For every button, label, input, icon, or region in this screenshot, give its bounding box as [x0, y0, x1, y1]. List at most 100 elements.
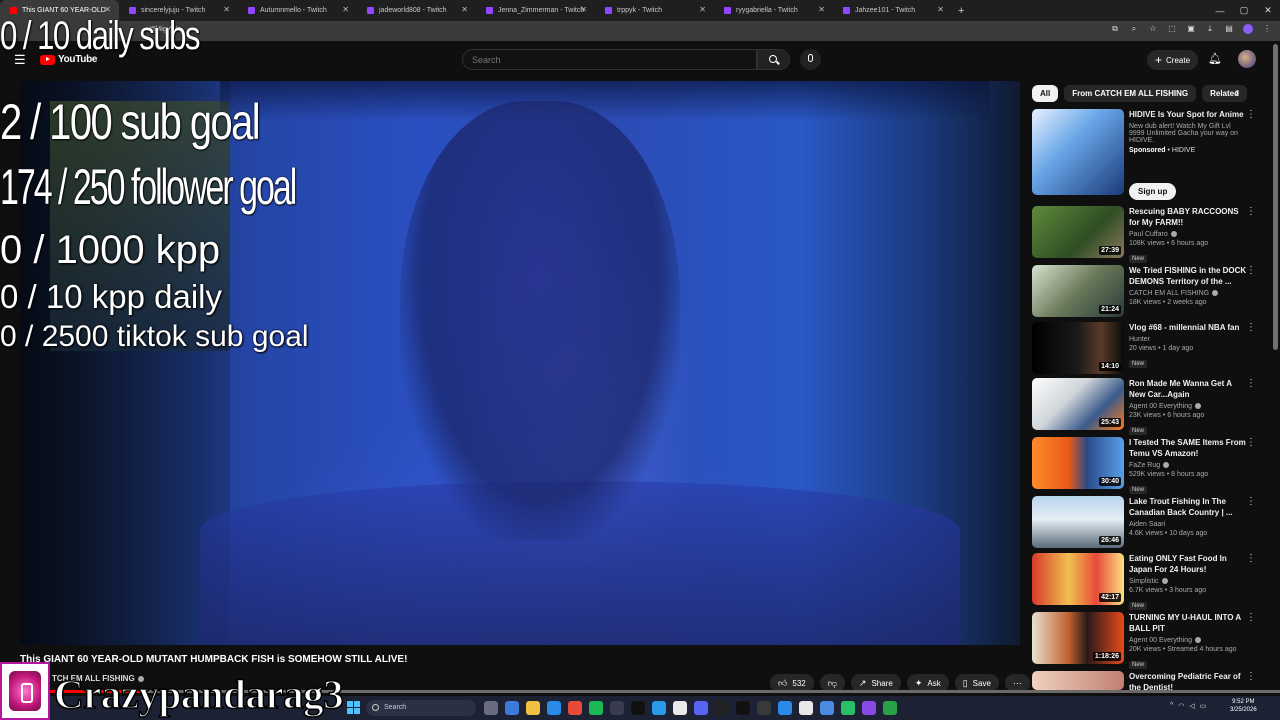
recommendation-title[interactable]: Overcoming Pediatric Fear of the Dentist…	[1129, 671, 1247, 690]
video-thumbnail[interactable]: 21:24	[1032, 265, 1124, 317]
recommendation-channel[interactable]: Aiden Saari	[1129, 521, 1247, 528]
more-vert-icon[interactable]: ⋮	[1246, 496, 1256, 507]
recommendation-title[interactable]: We Tried FISHING in the DOCK DEMONS Terr…	[1129, 265, 1247, 287]
kick-icon[interactable]	[736, 701, 750, 715]
video-thumbnail[interactable]	[1032, 671, 1124, 690]
list-item[interactable]: 42:17 Eating ONLY Fast Food In Japan For…	[1032, 553, 1262, 610]
sponsored-thumbnail[interactable]	[1032, 109, 1124, 195]
recommendation-title[interactable]: Lake Trout Fishing In The Canadian Back …	[1129, 496, 1247, 518]
app-icon[interactable]	[715, 701, 729, 715]
search-input[interactable]	[462, 49, 757, 70]
close-tab-icon[interactable]: ✕	[104, 5, 111, 14]
browser-tab[interactable]: Autumnmello - Twitch ✕	[238, 0, 357, 21]
task-view-icon[interactable]	[484, 701, 498, 715]
recommendation-title[interactable]: Eating ONLY Fast Food In Japan For 24 Ho…	[1129, 553, 1247, 575]
video-thumbnail[interactable]: 14:10	[1032, 322, 1124, 374]
recommendation-channel[interactable]: FaZe Rug	[1129, 462, 1247, 469]
browser-tab[interactable]: Jenna_Zimmerman - Twitch ✕	[476, 0, 595, 21]
minimize-icon[interactable]: —	[1208, 6, 1232, 16]
video-thumbnail[interactable]: 30:40	[1032, 437, 1124, 489]
page-scrollbar[interactable]	[1273, 44, 1278, 350]
close-tab-icon[interactable]: ✕	[223, 5, 230, 14]
app-icon[interactable]	[652, 701, 666, 715]
recommendation-channel[interactable]: Hunter	[1129, 336, 1247, 343]
app-icon[interactable]	[883, 701, 897, 715]
sign-up-button[interactable]: Sign up	[1129, 183, 1177, 200]
kebab-menu-icon[interactable]: ⋮	[1262, 24, 1272, 34]
tiktok-icon[interactable]	[631, 701, 645, 715]
app-icon[interactable]	[673, 701, 687, 715]
voice-search-button[interactable]	[800, 49, 821, 70]
install-icon[interactable]: ⧉	[1110, 24, 1120, 34]
list-item[interactable]: 21:24 We Tried FISHING in the DOCK DEMON…	[1032, 265, 1262, 321]
battery-icon[interactable]: ▭	[1200, 702, 1207, 710]
recommendation-title[interactable]: Ron Made Me Wanna Get A New Car...Again	[1129, 378, 1247, 400]
chip-all[interactable]: All	[1032, 85, 1059, 102]
spotify-icon[interactable]	[589, 701, 603, 715]
recommendation-title[interactable]: TURNING MY U-HAUL INTO A BALL PIT	[1129, 612, 1247, 634]
app-icon[interactable]	[841, 701, 855, 715]
widgets-icon[interactable]	[505, 701, 519, 715]
list-item[interactable]: 14:10 Vlog #68 - millennial NBA fan Hunt…	[1032, 322, 1262, 378]
list-item[interactable]: 1:18:26 TURNING MY U-HAUL INTO A BALL PI…	[1032, 612, 1262, 669]
close-tab-icon[interactable]: ✕	[342, 5, 349, 14]
close-window-icon[interactable]: ✕	[1256, 5, 1280, 16]
chevron-up-icon[interactable]: ^	[1170, 702, 1173, 710]
discord-icon[interactable]	[694, 701, 708, 715]
app-icon[interactable]	[757, 701, 771, 715]
close-tab-icon[interactable]: ✕	[699, 5, 706, 14]
recommendation-channel[interactable]: Agent 00 Everything	[1129, 637, 1247, 644]
recommendation-title[interactable]: I Tested The SAME Items From Temu VS Ama…	[1129, 437, 1247, 459]
more-vert-icon[interactable]: ⋮	[1246, 378, 1256, 389]
app-icon[interactable]	[799, 701, 813, 715]
maximize-icon[interactable]: ▢	[1232, 5, 1256, 16]
app-icon[interactable]	[862, 701, 876, 715]
recommendation-channel[interactable]: CATCH EM ALL FISHING	[1129, 290, 1247, 297]
more-vert-icon[interactable]: ⋮	[1246, 671, 1256, 682]
more-vert-icon[interactable]: ⋮	[1246, 206, 1256, 217]
more-vert-icon[interactable]: ⋮	[1246, 109, 1256, 120]
extensions-icon[interactable]: ⬚	[1167, 24, 1177, 34]
bookmark-star-icon[interactable]: ☆	[1148, 24, 1158, 34]
browser-tab[interactable]: Jahzee101 - Twitch ✕	[833, 0, 952, 21]
chevron-right-icon[interactable]: ›	[1235, 87, 1239, 99]
app-icon[interactable]	[610, 701, 624, 715]
more-vert-icon[interactable]: ⋮	[1246, 612, 1256, 623]
edge-icon[interactable]	[547, 701, 561, 715]
search-button[interactable]	[757, 49, 790, 70]
recommendation-title[interactable]: Rescuing BABY RACCOONS for My FARM!!	[1129, 206, 1247, 228]
avatar[interactable]	[1238, 50, 1256, 68]
tab-search-icon[interactable]: ▤	[1224, 24, 1234, 34]
video-thumbnail[interactable]: 1:18:26	[1032, 612, 1124, 664]
more-vert-icon[interactable]: ⋮	[1246, 265, 1256, 276]
more-vert-icon[interactable]: ⋮	[1246, 553, 1256, 564]
video-thumbnail[interactable]: 42:17	[1032, 553, 1124, 605]
browser-tab[interactable]: ryygabriella - Twitch ✕	[714, 0, 833, 21]
list-item[interactable]: 30:40 I Tested The SAME Items From Temu …	[1032, 437, 1262, 494]
list-item[interactable]: 25:43 Ron Made Me Wanna Get A New Car...…	[1032, 378, 1262, 435]
list-item[interactable]: 27:39 Rescuing BABY RACCOONS for My FARM…	[1032, 206, 1262, 263]
chip-from-channel[interactable]: From CATCH EM ALL FISHING	[1064, 85, 1197, 102]
sponsored-item[interactable]: HIDIVE Is Your Spot for Anime New dub al…	[1032, 109, 1262, 204]
close-tab-icon[interactable]: ✕	[461, 5, 468, 14]
video-thumbnail[interactable]: 25:43	[1032, 378, 1124, 430]
split-view-icon[interactable]: ▣	[1186, 24, 1196, 34]
file-explorer-icon[interactable]	[526, 701, 540, 715]
sponsored-title[interactable]: HIDIVE Is Your Spot for Anime	[1129, 109, 1247, 120]
recommendation-channel[interactable]: Simplistic	[1129, 578, 1247, 585]
close-tab-icon[interactable]: ✕	[580, 5, 587, 14]
browser-tab[interactable]: jadeworld808 - Twitch ✕	[357, 0, 476, 21]
recommendation-channel[interactable]: Agent 00 Everything	[1129, 403, 1247, 410]
more-vert-icon[interactable]: ⋮	[1246, 437, 1256, 448]
video-thumbnail[interactable]: 27:39	[1032, 206, 1124, 258]
zoom-icon[interactable]: ⌕	[1129, 24, 1139, 34]
notifications-bell-icon[interactable]: 🔔︎	[1208, 52, 1222, 65]
list-item[interactable]: 26:46 Lake Trout Fishing In The Canadian…	[1032, 496, 1262, 552]
recommendation-title[interactable]: Vlog #68 - millennial NBA fan	[1129, 322, 1247, 333]
create-button[interactable]: + Create	[1147, 50, 1199, 70]
volume-icon[interactable]: ◁	[1189, 702, 1194, 710]
video-thumbnail[interactable]: 26:46	[1032, 496, 1124, 548]
taskbar-search[interactable]: Search	[366, 700, 476, 716]
app-icon[interactable]	[778, 701, 792, 715]
downloads-icon[interactable]: ⤓	[1205, 24, 1215, 34]
